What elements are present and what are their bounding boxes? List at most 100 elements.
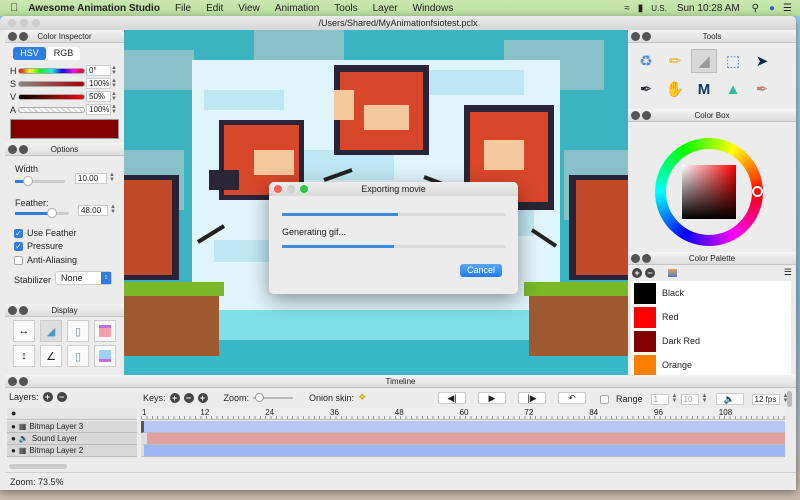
axis-button[interactable]: ∠ <box>40 345 62 367</box>
pen-icon[interactable]: ✒ <box>633 77 659 101</box>
float-panel-icon[interactable] <box>642 32 651 41</box>
color-wheel[interactable] <box>655 138 763 246</box>
menu-file[interactable]: File <box>175 3 191 14</box>
visibility-icon[interactable]: ● <box>11 434 16 443</box>
clear-icon[interactable]: ♻ <box>633 49 659 73</box>
visibility-all-icon[interactable]: ● <box>11 408 16 418</box>
menu-view[interactable]: View <box>238 3 260 14</box>
close-panel-icon[interactable] <box>631 32 640 41</box>
range-start-input[interactable]: 1 <box>650 393 669 405</box>
float-panel-icon[interactable] <box>642 111 651 120</box>
thin-lines-button[interactable]: ◢ <box>40 320 62 342</box>
eraser-icon[interactable]: ◢ <box>691 49 717 73</box>
apple-icon[interactable]:  <box>10 2 18 14</box>
frame-ruler[interactable]: 1 12 24 36 48 60 72 84 96 108 <box>141 408 785 420</box>
close-panel-icon[interactable] <box>8 377 17 386</box>
slider-h[interactable] <box>18 67 85 74</box>
width-stepper[interactable]: ▲ ▼ <box>109 172 115 183</box>
fps-input[interactable]: 12 fps <box>751 393 780 405</box>
close-button[interactable] <box>8 19 16 27</box>
loop-button[interactable]: ↶ <box>558 392 586 404</box>
minimize-button[interactable] <box>20 19 28 27</box>
select-icon[interactable]: ⬚ <box>720 49 746 73</box>
float-panel-icon[interactable] <box>19 306 28 315</box>
palette-image-icon[interactable] <box>668 268 677 277</box>
siri-icon[interactable]: ● <box>769 3 775 14</box>
remove-color-button[interactable]: − <box>645 267 655 278</box>
mirror-button[interactable]: ▯ <box>67 345 89 367</box>
menu-tools[interactable]: Tools <box>334 3 357 14</box>
zoom-button[interactable] <box>32 19 40 27</box>
close-panel-icon[interactable] <box>631 254 640 263</box>
play-button[interactable]: ▶ <box>478 392 506 404</box>
battery-icon[interactable]: ▮ <box>638 3 644 14</box>
clock[interactable]: Sun 10:28 AM <box>677 3 740 14</box>
duplicate-key-button[interactable]: + <box>197 392 208 403</box>
saturation-value-square[interactable] <box>682 165 736 219</box>
float-panel-icon[interactable] <box>19 32 28 41</box>
tab-rgb[interactable]: RGB <box>47 47 80 60</box>
layer-row[interactable]: ● ▦ Bitmap Layer 3 <box>7 421 137 433</box>
float-panel-icon[interactable] <box>19 377 28 386</box>
move-icon[interactable]: ➤ <box>749 49 775 73</box>
eyedropper-icon[interactable]: ✒ <box>749 77 775 101</box>
slider-value-input[interactable]: 0° <box>86 65 111 76</box>
range-end-stepper[interactable]: ▲ ▼ <box>702 393 708 404</box>
menu-animation[interactable]: Animation <box>275 3 319 14</box>
layer-track[interactable] <box>141 445 785 457</box>
visibility-icon[interactable]: ● <box>11 446 16 455</box>
menu-edit[interactable]: Edit <box>206 3 223 14</box>
stabilizer-select[interactable]: None ↕ <box>55 271 112 285</box>
width-slider[interactable] <box>15 176 65 186</box>
add-key-button[interactable]: + <box>169 392 180 403</box>
float-panel-icon[interactable] <box>642 254 651 263</box>
palette-item[interactable]: Orange <box>631 353 791 375</box>
close-panel-icon[interactable] <box>8 306 17 315</box>
feather-input[interactable]: 48.00 <box>78 205 108 216</box>
palette-menu-icon[interactable]: ☰ <box>784 267 792 278</box>
onion-red-button[interactable] <box>94 320 116 342</box>
pencil-icon[interactable]: ✏ <box>662 49 688 73</box>
timeline-scrollbar-vertical[interactable] <box>787 391 792 407</box>
slider-v[interactable] <box>18 93 85 100</box>
slider-stepper[interactable]: ▲ ▼ <box>111 65 117 76</box>
app-menu[interactable]: Awesome Animation Studio <box>28 3 160 14</box>
float-panel-icon[interactable] <box>19 145 28 154</box>
flip-horizontal-button[interactable]: ↔ <box>13 320 35 342</box>
width-input[interactable]: 10.00 <box>75 173 107 184</box>
feather-slider[interactable] <box>15 208 69 218</box>
onion-blue-button[interactable] <box>94 345 116 367</box>
layer-row[interactable]: ● ▦ Bitmap Layer 2 <box>7 445 137 457</box>
slider-stepper[interactable]: ▲ ▼ <box>111 91 117 102</box>
polyline-icon[interactable]: M <box>691 77 717 101</box>
slider-s[interactable] <box>18 80 85 87</box>
bucket-icon[interactable]: ▲ <box>720 77 746 101</box>
sound-button[interactable]: 🔈 <box>715 393 744 405</box>
slider-a[interactable] <box>18 106 85 113</box>
next-frame-button[interactable]: |▶ <box>518 392 546 404</box>
slider-value-input[interactable]: 50% <box>86 91 111 102</box>
add-layer-button[interactable]: + <box>42 392 53 402</box>
close-panel-icon[interactable] <box>8 32 17 41</box>
layer-row[interactable]: ● 🔈 Sound Layer <box>7 433 137 445</box>
input-source[interactable]: U.S. <box>651 4 667 13</box>
outlines-button[interactable]: ▯ <box>67 320 89 342</box>
layer-track[interactable] <box>141 421 785 433</box>
previous-frame-button[interactable]: ◀| <box>438 392 466 404</box>
search-icon[interactable]: ⚲ <box>752 3 759 14</box>
tab-hsv[interactable]: HSV <box>13 47 46 60</box>
visibility-icon[interactable]: ● <box>11 422 16 431</box>
palette-item[interactable]: Red <box>631 305 791 329</box>
menu-layer[interactable]: Layer <box>373 3 398 14</box>
pressure-checkbox[interactable]: ✓ Pressure <box>14 241 63 251</box>
close-button[interactable] <box>274 185 282 193</box>
smudge-icon[interactable]: ✋ <box>662 77 688 101</box>
palette-item[interactable]: Dark Red <box>631 329 791 353</box>
timeline-zoom-slider[interactable] <box>253 392 294 402</box>
slider-stepper[interactable]: ▲ ▼ <box>111 104 117 115</box>
anti-aliasing-checkbox[interactable]: Anti-Aliasing <box>14 255 77 265</box>
current-color-swatch[interactable] <box>10 119 119 139</box>
flip-vertical-button[interactable]: ↕ <box>13 345 35 367</box>
menu-windows[interactable]: Windows <box>413 3 454 14</box>
range-checkbox[interactable] <box>600 394 609 404</box>
